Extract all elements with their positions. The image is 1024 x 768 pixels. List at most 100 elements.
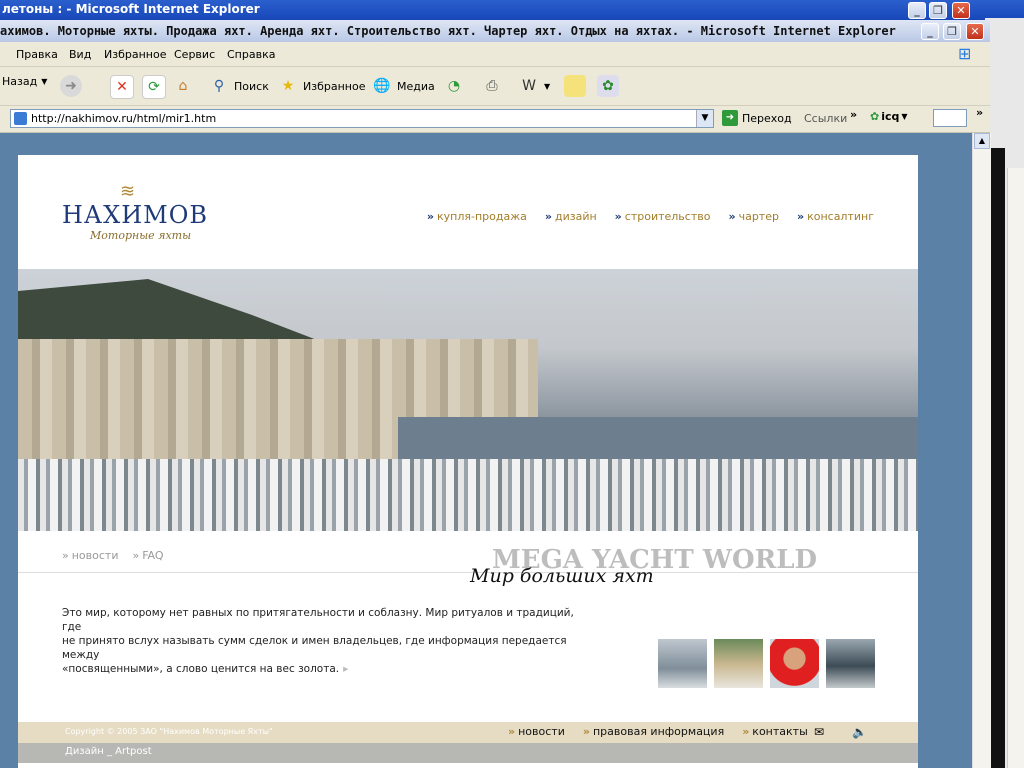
nav-item-charter[interactable]: » чартер xyxy=(728,210,779,223)
thumbnail-coast[interactable] xyxy=(826,639,875,688)
sublink-arrow-icon: » xyxy=(132,549,140,562)
icq-button[interactable]: ✿ icq ▼ xyxy=(870,110,908,123)
toolbar: Назад ▼ ➜ ✕ ⟳ ⌂ ⚲ Поиск ★ Избранное 🌐 Ме… xyxy=(0,67,990,106)
monaco-harbor-banner xyxy=(18,269,918,531)
design-credit-bar: Дизайн _ Artpost xyxy=(18,743,918,763)
edit-dropdown-icon[interactable]: ▼ xyxy=(544,82,550,91)
nav-item-consulting[interactable]: » консалтинг xyxy=(797,210,874,223)
nav-label: строительство xyxy=(624,210,711,223)
nav-item-design[interactable]: » дизайн xyxy=(545,210,597,223)
footer-link-news[interactable]: » новости xyxy=(508,725,565,738)
web-page: ≋ НАХИМОВ Моторные яхты » купля-продажа »… xyxy=(18,155,918,768)
search-label: Поиск xyxy=(234,79,269,93)
print-icon[interactable]: ⎙ xyxy=(481,75,503,97)
design-credit[interactable]: Дизайн _ Artpost xyxy=(65,746,152,757)
nav-item-sale[interactable]: » купля-продажа xyxy=(427,210,527,223)
icq-label: icq xyxy=(881,110,900,123)
media-globe-icon: 🌐 xyxy=(373,78,391,94)
messenger-icon[interactable]: ✿ xyxy=(597,75,619,97)
address-field[interactable]: http://nakhimov.ru/html/mir1.htm ▼ xyxy=(10,109,714,128)
nav-arrow-icon: » xyxy=(614,210,622,223)
main-nav: » купля-продажа » дизайн » строительство » ч… xyxy=(427,210,874,223)
mail-icon[interactable]: ✉ xyxy=(814,725,824,739)
logo-name: НАХИМОВ xyxy=(62,201,209,229)
footer-arrow-icon: » xyxy=(508,725,516,738)
thumbnail-person[interactable] xyxy=(770,639,819,688)
sound-icon[interactable]: 🔈 xyxy=(852,725,867,739)
menu-tools[interactable]: Сервис xyxy=(174,48,215,61)
close-button[interactable]: ✕ xyxy=(966,23,984,40)
background-window-titlebar[interactable]: летоны : - Microsoft Internet Explorer xyxy=(0,0,1024,20)
nav-label: дизайн xyxy=(554,210,597,223)
windows-logo-icon: ⊞ xyxy=(958,44,972,63)
search-icon: ⚲ xyxy=(213,78,225,94)
media-button[interactable]: 🌐 Медиа xyxy=(371,75,434,97)
page-viewport: ≋ НАХИМОВ Моторные яхты » купля-продажа »… xyxy=(0,133,972,768)
nakhimov-logo[interactable]: ≋ НАХИМОВ Моторные яхты xyxy=(62,181,212,242)
maximize-button[interactable]: ❐ xyxy=(943,23,961,40)
read-more-arrow-icon[interactable]: ▸ xyxy=(343,663,348,675)
search-button[interactable]: ⚲ Поиск xyxy=(208,75,269,97)
links-label[interactable]: Ссылки xyxy=(804,112,847,125)
forward-icon[interactable]: ➜ xyxy=(60,75,82,97)
sublink-label: новости xyxy=(71,549,119,562)
sub-links: » новости » FAQ xyxy=(62,549,164,562)
footer-link-label: новости xyxy=(518,725,565,738)
favorites-button[interactable]: ★ Избранное xyxy=(277,75,366,97)
page-scrollbar[interactable]: ▲ xyxy=(972,133,991,768)
icq-dropdown-icon[interactable]: ▼ xyxy=(901,112,907,121)
go-button[interactable]: ➜ Переход xyxy=(722,110,792,126)
icq-search-field[interactable] xyxy=(933,109,967,127)
nav-item-construction[interactable]: » строительство xyxy=(615,210,711,223)
stop-icon[interactable]: ✕ xyxy=(110,75,134,99)
intro-line: не принято вслух называть сумм сделок и … xyxy=(62,635,567,661)
thumbnail-harbor[interactable] xyxy=(658,639,707,688)
logo-wave-icon: ≋ xyxy=(120,181,136,202)
address-url: http://nakhimov.ru/html/mir1.htm xyxy=(31,112,217,125)
sublink-news[interactable]: » новости xyxy=(62,549,118,562)
menu-edit[interactable]: Правка xyxy=(16,48,58,61)
background-scrollbar[interactable] xyxy=(1007,168,1024,768)
bg-minimize-button[interactable]: _ xyxy=(908,2,926,19)
bg-maximize-button[interactable]: ❐ xyxy=(929,2,947,19)
footer-link-contacts[interactable]: » контакты xyxy=(742,725,808,738)
refresh-icon[interactable]: ⟳ xyxy=(142,75,166,99)
menu-view[interactable]: Вид xyxy=(69,48,91,61)
nav-label: чартер xyxy=(738,210,779,223)
history-icon[interactable]: ◔ xyxy=(443,75,465,97)
footer-link-label: контакты xyxy=(752,725,808,738)
sublink-arrow-icon: » xyxy=(62,549,69,562)
toolbar-overflow-icon[interactable]: » xyxy=(976,106,983,119)
note-icon[interactable] xyxy=(564,75,586,97)
page-favicon-icon xyxy=(14,112,27,125)
thumbnail-yacht[interactable] xyxy=(714,639,763,688)
sublink-label: FAQ xyxy=(142,549,164,562)
scroll-up-icon[interactable]: ▲ xyxy=(974,133,990,149)
nav-arrow-icon: » xyxy=(796,210,805,223)
footer-link-legal[interactable]: » правовая информация xyxy=(583,725,724,738)
minimize-button[interactable]: _ xyxy=(921,23,939,40)
nav-arrow-icon: » xyxy=(728,210,736,223)
nav-arrow-icon: » xyxy=(426,210,434,223)
ie-titlebar[interactable]: ахимов. Моторные яхты. Продажа яхт. Арен… xyxy=(0,20,990,42)
back-button[interactable]: Назад ▼ xyxy=(2,75,47,88)
footer-arrow-icon: » xyxy=(742,725,750,738)
star-icon: ★ xyxy=(281,78,295,94)
links-chevron-icon[interactable]: » xyxy=(850,108,857,121)
menu-help[interactable]: Справка xyxy=(227,48,275,61)
address-dropdown-icon[interactable]: ▼ xyxy=(696,110,713,127)
back-dropdown-icon[interactable]: ▼ xyxy=(41,77,47,86)
nav-label: консалтинг xyxy=(807,210,874,223)
window-title: ахимов. Моторные яхты. Продажа яхт. Арен… xyxy=(0,24,896,38)
go-arrow-icon: ➜ xyxy=(722,110,738,126)
menu-favorites[interactable]: Избранное xyxy=(104,48,166,61)
footer-arrow-icon: » xyxy=(582,725,590,738)
home-icon[interactable]: ⌂ xyxy=(172,75,194,97)
nav-arrow-icon: » xyxy=(544,210,552,223)
footer-link-label: правовая информация xyxy=(592,725,725,738)
sublink-faq[interactable]: » FAQ xyxy=(132,549,163,562)
logo-subtitle: Моторные яхты xyxy=(90,229,192,242)
menu-bar: Правка Вид Избранное Сервис Справка ⊞ xyxy=(0,44,990,67)
edit-icon[interactable]: W xyxy=(518,75,540,97)
bg-close-button[interactable]: ✕ xyxy=(952,2,970,19)
